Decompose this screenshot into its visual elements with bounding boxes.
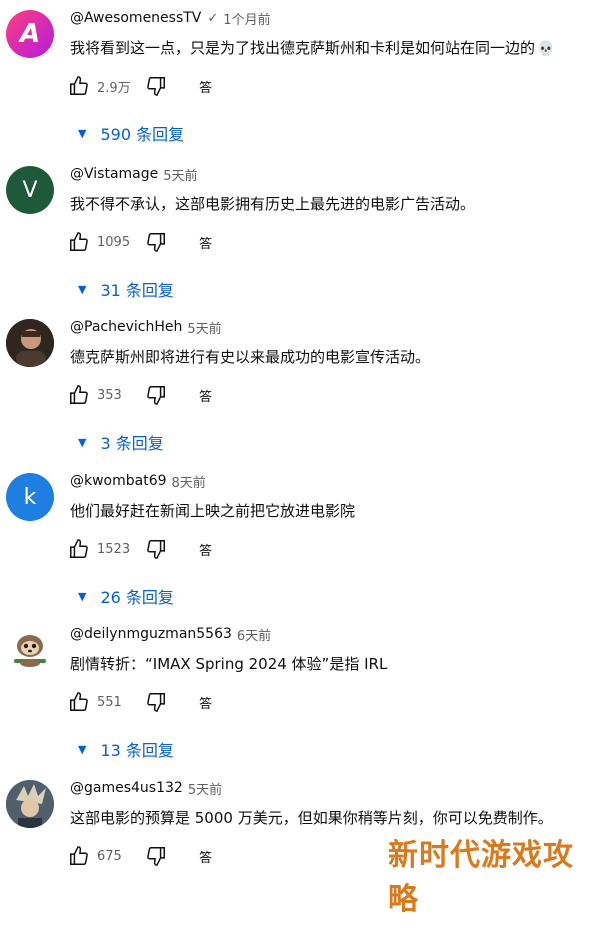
replies-label: 590 条回复 xyxy=(100,125,185,144)
comment-actions: 1095 答 xyxy=(66,229,212,255)
avatar[interactable] xyxy=(6,780,54,828)
comment-actions: 675 答 xyxy=(66,843,212,869)
watermark: 新时代游戏攻略 xyxy=(388,838,574,917)
reply-button[interactable]: 答 xyxy=(199,847,212,866)
like-icon[interactable] xyxy=(66,536,92,562)
comment-item: V @Vistamage 5天前 我不得不承认，这部电影拥有历史上最先进的电影广… xyxy=(0,164,599,317)
author-name[interactable]: @kwombat69 xyxy=(70,473,167,489)
reply-button[interactable]: 答 xyxy=(199,540,212,559)
dislike-icon[interactable] xyxy=(143,73,169,99)
view-replies-button[interactable]: ▼ 31 条回复 xyxy=(78,277,174,301)
comment-time[interactable]: 5天前 xyxy=(163,165,197,184)
like-icon[interactable] xyxy=(66,73,92,99)
dislike-icon[interactable] xyxy=(143,382,169,408)
comment-actions: 2.9万 答 xyxy=(66,73,212,99)
comment-time[interactable]: 5天前 xyxy=(187,318,221,337)
comment-header: @deilynmguzman5563 6天前 xyxy=(70,624,271,644)
expand-triangle-icon: ▼ xyxy=(78,742,87,756)
comment-time[interactable]: 5天前 xyxy=(188,779,222,798)
avatar[interactable]: A xyxy=(6,10,54,58)
reply-button[interactable]: 答 xyxy=(199,77,212,96)
comment-text: 这部电影的预算是 5000 万美元，但如果你稍等片刻，你可以免费制作。 xyxy=(70,809,553,827)
like-icon[interactable] xyxy=(66,689,92,715)
comment-header: @AwesomenessTV ✓ 1个月前 xyxy=(70,8,271,28)
verified-check-icon: ✓ xyxy=(207,10,219,26)
comment-item: @PachevichHeh 5天前 德克萨斯州即将进行有史以来最成功的电影宣传活… xyxy=(0,317,599,470)
sloth-icon xyxy=(6,626,54,674)
comment-text: 剧情转折：“IMAX Spring 2024 体验”是指 IRL xyxy=(70,655,388,673)
dislike-icon[interactable] xyxy=(143,689,169,715)
expand-triangle-icon: ▼ xyxy=(78,126,87,140)
dislike-icon[interactable] xyxy=(143,536,169,562)
like-count: 551 xyxy=(97,694,122,710)
like-icon[interactable] xyxy=(66,843,92,869)
comment-item: A @AwesomenessTV ✓ 1个月前 我将看到这一点，只是为了找出德克… xyxy=(0,8,599,161)
avatar-letter: V xyxy=(22,177,38,203)
comment-time[interactable]: 6天前 xyxy=(237,625,271,644)
view-replies-button[interactable]: ▼ 3 条回复 xyxy=(78,430,164,454)
skull-emoji: 💀 xyxy=(537,41,555,57)
replies-label: 26 条回复 xyxy=(100,588,174,607)
avatar[interactable]: k xyxy=(6,473,54,521)
avatar[interactable] xyxy=(6,626,54,674)
reply-button[interactable]: 答 xyxy=(199,693,212,712)
comment-item: k @kwombat69 8天前 他们最好赶在新闻上映之前把它放进电影院 152… xyxy=(0,471,599,624)
replies-label: 3 条回复 xyxy=(100,434,164,453)
reply-button[interactable]: 答 xyxy=(199,386,212,405)
profile-photo xyxy=(6,780,54,828)
like-count: 675 xyxy=(97,848,122,864)
author-name[interactable]: @AwesomenessTV xyxy=(70,10,201,26)
expand-triangle-icon: ▼ xyxy=(78,435,87,449)
dislike-icon[interactable] xyxy=(143,843,169,869)
profile-photo xyxy=(6,319,54,367)
comment-text: 我不得不承认，这部电影拥有历史上最先进的电影广告活动。 xyxy=(70,195,476,213)
comment-text: 他们最好赶在新闻上映之前把它放进电影院 xyxy=(70,502,356,520)
expand-triangle-icon: ▼ xyxy=(78,589,87,603)
avatar[interactable]: V xyxy=(6,166,54,214)
like-icon[interactable] xyxy=(66,229,92,255)
comment-header: @kwombat69 8天前 xyxy=(70,471,206,491)
comment-actions: 353 答 xyxy=(66,382,212,408)
avatar-letter: A xyxy=(19,19,41,49)
author-name[interactable]: @PachevichHeh xyxy=(70,319,182,335)
comment-item: @deilynmguzman5563 6天前 剧情转折：“IMAX Spring… xyxy=(0,624,599,777)
comment-header: @games4us132 5天前 xyxy=(70,778,222,798)
like-count: 1095 xyxy=(97,234,131,250)
author-name[interactable]: @games4us132 xyxy=(70,780,183,796)
like-count: 1523 xyxy=(97,541,131,557)
reply-button[interactable]: 答 xyxy=(199,233,212,252)
avatar-letter: k xyxy=(23,484,37,510)
like-icon[interactable] xyxy=(66,382,92,408)
view-replies-button[interactable]: ▼ 13 条回复 xyxy=(78,737,174,761)
comment-actions: 1523 答 xyxy=(66,536,212,562)
author-name[interactable]: @Vistamage xyxy=(70,166,158,182)
view-replies-button[interactable]: ▼ 26 条回复 xyxy=(78,584,174,608)
author-name[interactable]: @deilynmguzman5563 xyxy=(70,626,232,642)
view-replies-button[interactable]: ▼ 590 条回复 xyxy=(78,121,184,145)
dislike-icon[interactable] xyxy=(143,229,169,255)
comment-text: 德克萨斯州即将进行有史以来最成功的电影宣传活动。 xyxy=(70,348,431,366)
comment-time[interactable]: 8天前 xyxy=(172,472,206,491)
replies-label: 31 条回复 xyxy=(100,281,174,300)
like-count: 353 xyxy=(97,387,122,403)
comment-actions: 551 答 xyxy=(66,689,212,715)
comment-time[interactable]: 1个月前 xyxy=(223,9,270,28)
comment-header: @Vistamage 5天前 xyxy=(70,164,198,184)
replies-label: 13 条回复 xyxy=(100,741,174,760)
expand-triangle-icon: ▼ xyxy=(78,282,87,296)
comment-text: 我将看到这一点，只是为了找出德克萨斯州和卡利是如何站在同一边的 💀 xyxy=(70,37,554,58)
like-count: 2.9万 xyxy=(97,80,131,96)
comment-text-body: 我将看到这一点，只是为了找出德克萨斯州和卡利是如何站在同一边的 xyxy=(70,39,536,57)
comment-header: @PachevichHeh 5天前 xyxy=(70,317,222,337)
avatar[interactable] xyxy=(6,319,54,367)
